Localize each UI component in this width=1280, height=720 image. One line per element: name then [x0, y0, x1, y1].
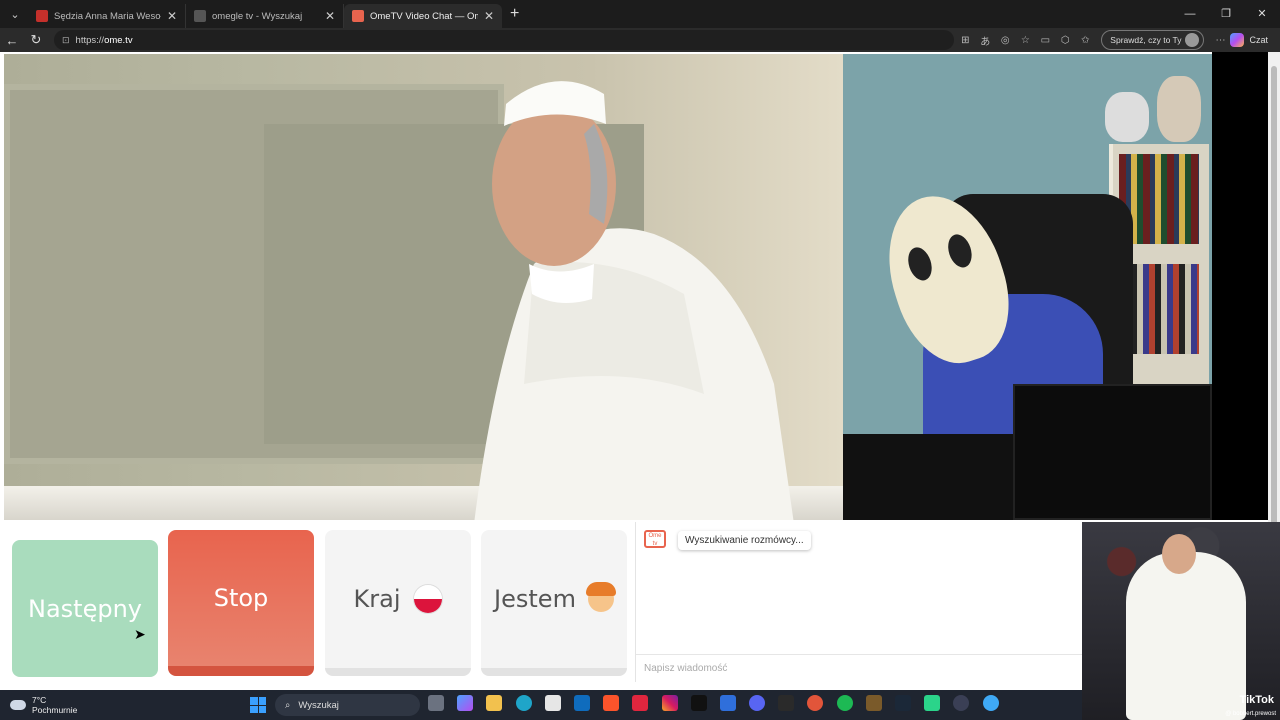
close-icon[interactable]: ✕: [484, 9, 494, 23]
steam-icon[interactable]: [895, 695, 911, 711]
screen: ⌄ Sędzia Anna Maria Wesołowska o ✕ omegl…: [0, 0, 1280, 720]
video-margin: [1212, 52, 1268, 520]
copilot-label: Czat: [1249, 35, 1268, 45]
next-button[interactable]: Następny: [12, 540, 158, 677]
store-icon[interactable]: [544, 695, 561, 711]
discord-icon[interactable]: [749, 695, 766, 711]
weather-desc: Pochmurnie: [32, 705, 78, 715]
new-tab-button[interactable]: +: [510, 5, 519, 23]
plush-toy: [1105, 92, 1149, 142]
extensions-icon[interactable]: ⬡: [1055, 35, 1075, 46]
tiktok-icon[interactable]: [690, 695, 707, 711]
tab-actions-menu[interactable]: ⌄: [2, 3, 28, 25]
person-figure: [1126, 552, 1246, 720]
maximize-icon[interactable]: ❐: [1208, 0, 1244, 28]
browser-tab-bar: ⌄ Sędzia Anna Maria Wesołowska o ✕ omegl…: [0, 0, 1280, 28]
app-icon[interactable]: [807, 695, 824, 711]
tiktok-logo: TikTok: [1239, 694, 1274, 706]
start-icon[interactable]: [250, 697, 266, 713]
person-head: [1162, 534, 1196, 574]
country-label: Kraj: [353, 585, 401, 613]
country-button[interactable]: Kraj: [325, 530, 471, 676]
gender-label: Jestem: [494, 585, 576, 613]
cloud-icon: [10, 700, 26, 710]
stop-label: Stop: [213, 584, 269, 612]
more-icon[interactable]: ⋯: [1210, 35, 1230, 46]
spotify-icon[interactable]: [836, 695, 853, 711]
ometv-icon: [352, 10, 364, 22]
close-icon[interactable]: ✕: [325, 9, 335, 23]
app2-icon[interactable]: [865, 695, 882, 711]
taskbar-search[interactable]: ⌕ Wyszukaj: [275, 694, 420, 716]
search-icon: ⌕: [285, 699, 291, 711]
search-icon: [194, 10, 206, 22]
minimize-icon[interactable]: —: [1172, 0, 1208, 28]
translate-icon[interactable]: あ: [975, 33, 995, 48]
url-domain: ome.tv: [104, 34, 133, 46]
outlook-icon[interactable]: [573, 695, 590, 711]
tiktok-overlay: TikTok @ bobbert.prewost: [1082, 522, 1280, 720]
app5-icon[interactable]: [982, 695, 999, 711]
tracking-icon[interactable]: ◎: [995, 35, 1015, 46]
tab-title: OmeTV Video Chat — Omegle: [370, 10, 478, 22]
instagram-icon[interactable]: [661, 695, 678, 711]
tab-title: Sędzia Anna Maria Wesołowska o: [54, 10, 161, 22]
local-video: [843, 54, 1212, 520]
tiktok-username: @ bobbert.prewost: [1225, 711, 1276, 717]
plush-toy: [1157, 76, 1201, 142]
tab-2[interactable]: omegle tv - Wyszukaj ✕: [186, 4, 344, 28]
next-label: Następny: [28, 594, 142, 623]
close-window-icon[interactable]: ✕: [1244, 0, 1280, 28]
toolbar-icons: ⊞ あ ◎ ☆ ▭ ⬡ ✩ Sprawdź, czy to Ty ⋯ Czat: [955, 30, 1280, 50]
copilot-button[interactable]: Czat: [1230, 33, 1268, 47]
app3-icon[interactable]: [924, 695, 941, 711]
taskbar-apps: [428, 695, 1012, 711]
wps-icon[interactable]: [632, 695, 649, 711]
ubisoft-icon[interactable]: [778, 695, 795, 711]
remote-video: [4, 54, 843, 520]
favorites-list-icon[interactable]: ✩: [1075, 35, 1095, 46]
file-explorer-icon[interactable]: [428, 695, 444, 711]
favorite-icon[interactable]: ☆: [1015, 35, 1035, 46]
copilot-icon[interactable]: [457, 695, 474, 711]
calendar-icon[interactable]: [719, 695, 736, 711]
weather-widget[interactable]: 7°C Pochmurnie: [10, 695, 77, 715]
weather-temp: 7°C: [32, 695, 47, 705]
folder-icon[interactable]: [486, 695, 503, 711]
address-toolbar: ← ↻ ⊡ https://ome.tv ⊞ あ ◎ ☆ ▭ ⬡ ✩ Spraw…: [0, 28, 1280, 52]
youtube-icon: [36, 10, 48, 22]
site-info-icon[interactable]: ⊡: [62, 35, 70, 46]
ometv-logo: Ome tv: [644, 530, 666, 548]
avatar: [1185, 33, 1200, 47]
tab-title: omegle tv - Wyszukaj: [212, 10, 303, 22]
mouse-cursor-icon: ➤: [134, 626, 146, 642]
windows-taskbar: 7°C Pochmurnie ⌕ Wyszukaj: [0, 690, 1082, 720]
search-placeholder: Wyszukaj: [298, 699, 339, 711]
refresh-icon[interactable]: ↻: [24, 32, 48, 48]
tab-1[interactable]: Sędzia Anna Maria Wesołowska o ✕: [28, 4, 186, 28]
camera-icon[interactable]: ▭: [1035, 35, 1055, 46]
chat-status-message: Wyszukiwanie rozmówcy...: [678, 531, 811, 550]
back-icon[interactable]: ←: [0, 33, 24, 48]
profile-label: Sprawdź, czy to Ty: [1110, 35, 1182, 45]
poland-flag-icon: [414, 585, 443, 613]
apps-icon[interactable]: ⊞: [955, 35, 975, 46]
gender-button[interactable]: Jestem: [481, 530, 627, 676]
person-figure: [474, 81, 794, 520]
stop-button[interactable]: Stop: [168, 530, 314, 676]
chat-input[interactable]: Napisz wiadomość: [636, 654, 1083, 682]
url-prefix: https://: [75, 34, 105, 46]
url-field[interactable]: ⊡ https://ome.tv: [54, 30, 954, 50]
profile-button[interactable]: Sprawdź, czy to Ty: [1101, 30, 1205, 50]
monitor: [1013, 384, 1212, 520]
copilot-icon: [1230, 33, 1245, 47]
boy-face-icon: [585, 582, 616, 612]
edge-icon[interactable]: [515, 695, 532, 711]
tab-3[interactable]: OmeTV Video Chat — Omegle ✕: [344, 4, 502, 28]
brave-icon[interactable]: [603, 695, 620, 711]
chat-panel: Ome tv Wyszukiwanie rozmówcy... Napisz w…: [635, 522, 1083, 682]
close-icon[interactable]: ✕: [167, 9, 177, 23]
window-controls: — ❐ ✕: [1172, 0, 1280, 28]
app4-icon[interactable]: [953, 695, 970, 711]
